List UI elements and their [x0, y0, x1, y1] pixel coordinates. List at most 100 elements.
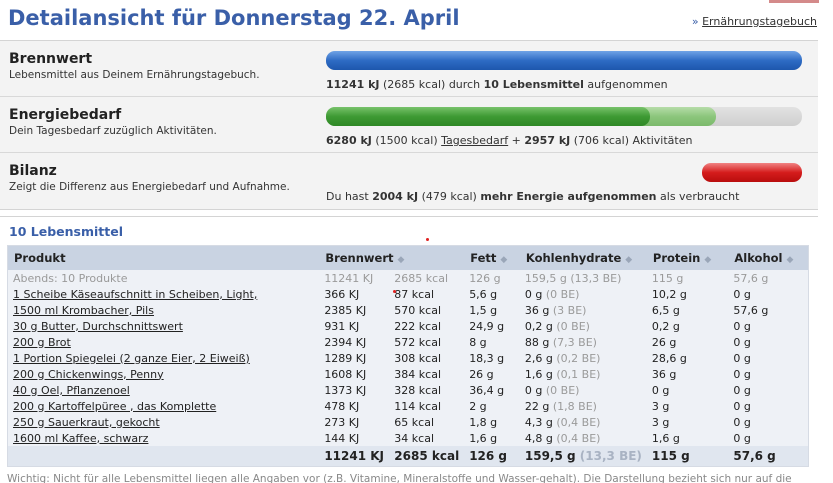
cell-kj: 1289 KJ	[324, 351, 367, 365]
food-link[interactable]: 40 g Oel, Pflanzenoel	[13, 384, 130, 397]
cell-kcal: 34 kcal	[394, 431, 435, 445]
cell-kh: 0 g (0 BE)	[524, 383, 580, 397]
food-link[interactable]: 200 g Chickenwings, Penny	[13, 368, 164, 381]
cell-kj: 2394 KJ	[324, 335, 367, 349]
bilanz-bold: mehr Energie aufgenommen	[480, 190, 657, 203]
total-kcal: 2685 kcal	[389, 446, 465, 466]
cell-kcal: 65 kcal	[394, 415, 435, 429]
column-header-alkohol[interactable]: Alkohol ◆	[728, 246, 808, 270]
brennwert-kj: 11241 kJ	[326, 78, 380, 91]
tagesbedarf-link[interactable]: Tagesbedarf	[441, 134, 508, 147]
cell-kh: 0,2 g (0 BE)	[524, 319, 590, 333]
food-link[interactable]: 1500 ml Krombacher, Pils	[13, 304, 154, 317]
table-row: 200 g Chickenwings, Penny 1608 KJ 384 kcal…	[8, 366, 808, 382]
link-arrow-icon: »	[691, 15, 699, 28]
bilanz-text: Du hast 2004 kJ (479 kcal) mehr Energie …	[326, 190, 739, 203]
group-kh: 159,5 g (13,3 BE)	[524, 271, 622, 285]
cell-protein: 0,2 g	[651, 319, 680, 333]
energiebedarf-title: Energiebedarf	[9, 107, 122, 123]
cell-kcal: 384 kcal	[394, 367, 442, 381]
footnote: Wichtig: Nicht für alle Lebensmittel lie…	[7, 473, 792, 483]
sort-icon: ◆	[786, 255, 794, 265]
energiebedarf-kcal-base: (1500 kcal)	[375, 134, 438, 147]
column-header-brennwert[interactable]: Brennwert ◆	[319, 246, 465, 270]
bilanz-subtitle: Zeigt die Differenz aus Energiebedarf un…	[9, 181, 290, 193]
energiebedarf-subtitle: Dein Tagesbedarf zuzüglich Aktivitäten.	[9, 125, 217, 137]
cell-kj: 478 KJ	[324, 399, 360, 413]
food-link[interactable]: 1 Scheibe Käseaufschnitt in Scheiben, Li…	[13, 288, 257, 301]
food-table-container: Produkt Brennwert ◆ Fett ◆ Kohlenhydrate ◆ …	[7, 245, 809, 467]
cell-fett: 1,5 g	[469, 303, 498, 317]
cell-fett: 18,3 g	[469, 351, 505, 365]
table-row: 40 g Oel, Pflanzenoel 1373 KJ 328 kcal 36,4…	[8, 382, 808, 398]
cell-kh: 1,6 g (0,1 BE)	[524, 367, 601, 381]
energiebedarf-bar	[326, 107, 802, 126]
food-link[interactable]: 200 g Brot	[13, 336, 71, 349]
cell-protein: 3 g	[651, 415, 670, 429]
brennwert-mid: durch	[448, 78, 481, 91]
cell-kh: 0 g (0 BE)	[524, 287, 580, 301]
energiebedarf-suffix: Aktivitäten	[632, 134, 693, 147]
total-alkohol: 57,6 g	[728, 446, 808, 466]
cell-alkohol: 0 g	[733, 287, 751, 301]
table-row: 1 Scheibe Käseaufschnitt in Scheiben, Li…	[8, 286, 808, 302]
total-protein: 115 g	[646, 446, 729, 466]
energiebedarf-kcal-activity: (706 kcal)	[573, 134, 630, 147]
column-header-protein[interactable]: Protein ◆	[646, 246, 729, 270]
energiebedarf-kj-base: 6280 kJ	[326, 134, 372, 147]
brennwert-title: Brennwert	[9, 51, 93, 67]
cell-kj: 144 KJ	[324, 431, 360, 445]
cell-kh: 4,8 g (0,4 BE)	[524, 431, 601, 445]
group-name: Abends: 10 Produkte	[13, 271, 128, 285]
cell-kcal: 570 kcal	[394, 303, 442, 317]
red-marker-dot	[393, 290, 396, 293]
brennwert-bar-fill	[326, 51, 802, 70]
page-title: Detailansicht für Donnerstag 22. April	[8, 6, 460, 30]
group-alkohol: 57,6 g	[733, 271, 769, 285]
food-link[interactable]: 200 g Kartoffelpüree , das Komplette	[13, 400, 216, 413]
group-kj: 11241 KJ	[324, 271, 374, 285]
column-header-produkt[interactable]: Produkt	[8, 246, 320, 270]
cell-protein: 28,6 g	[651, 351, 687, 365]
cell-protein: 26 g	[651, 335, 677, 349]
cell-kj: 1608 KJ	[324, 367, 367, 381]
food-list-title: 10 Lebensmittel	[9, 224, 123, 239]
sort-icon: ◆	[704, 255, 712, 265]
food-link[interactable]: 30 g Butter, Durchschnittswert	[13, 320, 183, 333]
group-protein: 115 g	[651, 271, 684, 285]
cell-alkohol: 0 g	[733, 367, 751, 381]
cell-alkohol: 0 g	[733, 351, 751, 365]
group-kcal: 2685 kcal	[394, 271, 449, 285]
table-row: 1500 ml Krombacher, Pils 2385 KJ 570 kcal 1…	[8, 302, 808, 318]
ernaehrungstagebuch-link[interactable]: Ernährungstagebuch	[702, 15, 817, 28]
table-row: 30 g Butter, Durchschnittswert 931 KJ 222 …	[8, 318, 808, 334]
cell-fett: 5,6 g	[469, 287, 498, 301]
summary-row-bilanz: Bilanz Zeigt die Differenz aus Energiebe…	[0, 153, 818, 209]
cell-alkohol: 0 g	[733, 415, 751, 429]
cell-protein: 3 g	[651, 399, 670, 413]
food-link[interactable]: 1600 ml Kaffee, schwarz	[13, 432, 148, 445]
cell-kcal: 328 kcal	[394, 383, 442, 397]
total-kj: 11241 KJ	[319, 446, 390, 466]
page-header: Detailansicht für Donnerstag 22. April »…	[0, 0, 833, 40]
bilanz-kcal: (479 kcal)	[421, 190, 477, 203]
food-link[interactable]: 1 Portion Spiegelei (2 ganze Eier, 2 Eiw…	[13, 352, 250, 365]
cell-protein: 0 g	[651, 383, 670, 397]
cell-fett: 36,4 g	[469, 383, 505, 397]
group-fett: 126 g	[469, 271, 501, 285]
cell-protein: 6,5 g	[651, 303, 680, 317]
cell-alkohol: 57,6 g	[733, 303, 769, 317]
cell-fett: 1,6 g	[469, 431, 498, 445]
energy-summary: Brennwert Lebensmittel aus Deinem Ernähr…	[0, 40, 818, 210]
brennwert-kcal: (2685 kcal)	[383, 78, 446, 91]
total-kh: 159,5 g (13,3 BE)	[519, 446, 647, 466]
cell-kcal: 222 kcal	[394, 319, 442, 333]
column-header-kohlenhydrate[interactable]: Kohlenhydrate ◆	[519, 246, 647, 270]
total-label	[8, 446, 320, 466]
cell-kj: 2385 KJ	[324, 303, 367, 317]
cell-kcal: 87 kcal	[394, 287, 435, 301]
table-row: 250 g Sauerkraut, gekocht 273 KJ 65 kcal 1,…	[8, 414, 808, 430]
food-link[interactable]: 250 g Sauerkraut, gekocht	[13, 416, 160, 429]
total-fett: 126 g	[464, 446, 520, 466]
column-header-fett[interactable]: Fett ◆	[464, 246, 520, 270]
